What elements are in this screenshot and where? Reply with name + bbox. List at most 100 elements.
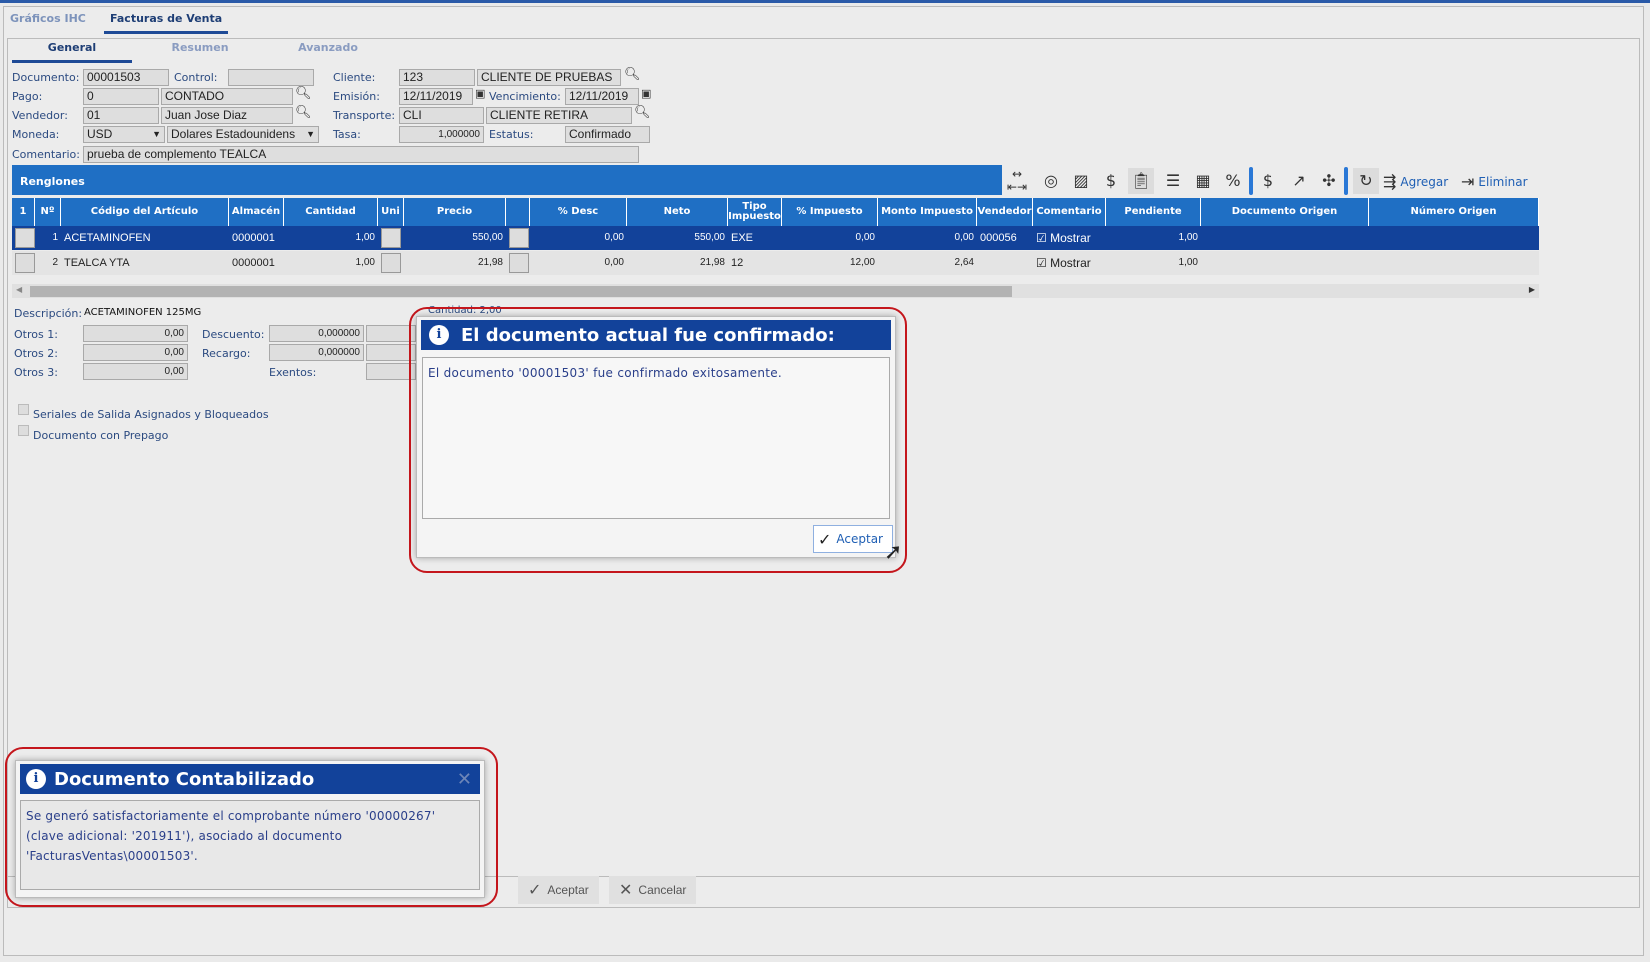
renglones-header: Renglones xyxy=(12,165,1002,195)
row-selector[interactable] xyxy=(12,251,35,275)
descuento-field[interactable]: 0,000000 xyxy=(269,325,364,342)
seriales-checkbox[interactable] xyxy=(18,404,29,415)
cell-button[interactable] xyxy=(15,228,35,248)
close-icon[interactable]: ✕ xyxy=(457,769,472,790)
image-icon[interactable]: ▨ xyxy=(1068,168,1094,194)
user-icon[interactable]: ◎ xyxy=(1038,168,1064,194)
column-header[interactable]: Uni xyxy=(378,198,404,226)
dollar-circle-icon[interactable]: $ xyxy=(1255,168,1281,194)
scroll-left-icon[interactable]: ◀ xyxy=(16,285,22,294)
column-header[interactable]: % Desc xyxy=(530,198,627,226)
row-selector[interactable] xyxy=(506,226,530,250)
row-selector[interactable] xyxy=(506,251,530,275)
percent-icon[interactable]: % xyxy=(1220,168,1246,194)
column-header[interactable]: Tipo Impuesto xyxy=(728,198,782,226)
documento-field[interactable]: 00001503 xyxy=(83,69,169,86)
dollar-icon[interactable]: $ xyxy=(1098,168,1124,194)
agregar-label: Agregar xyxy=(1400,174,1449,189)
prepago-checkbox[interactable] xyxy=(18,425,29,436)
otros3-field[interactable]: 0,00 xyxy=(83,363,188,380)
row-selector[interactable] xyxy=(378,226,404,250)
row-selector[interactable] xyxy=(12,226,35,250)
search-icon[interactable]: 🔍︎ xyxy=(634,105,651,120)
eliminar-button[interactable]: ⇥ Eliminar xyxy=(1461,172,1528,191)
cantidad-cell: 1,00 xyxy=(355,257,375,268)
footer-cancelar-button[interactable]: ✕ Cancelar xyxy=(609,876,697,904)
calendar-icon[interactable]: ▣ xyxy=(475,87,485,100)
cell-button[interactable] xyxy=(15,253,35,273)
table-row[interactable]: 2 TEALCA YTA 0000001 1,00 21,98 0,00 21,98 12 12… xyxy=(12,251,1539,275)
control-field[interactable] xyxy=(228,69,314,86)
column-header[interactable]: Cantidad xyxy=(284,198,378,226)
recargo-field[interactable]: 0,000000 xyxy=(269,344,364,361)
search-icon[interactable]: 🔍︎ xyxy=(624,67,641,82)
pago-code-field[interactable]: 0 xyxy=(83,88,159,105)
confirm-dialog: i El documento actual fue confirmado: El … xyxy=(416,316,896,558)
cell-button[interactable] xyxy=(509,253,529,273)
column-header[interactable]: Código del Artículo xyxy=(61,198,229,226)
agregar-button[interactable]: ⇶ Agregar xyxy=(1383,172,1448,191)
column-header[interactable]: Pendiente xyxy=(1106,198,1201,226)
cantidad-cell: 1,00 xyxy=(355,232,375,243)
column-header[interactable]: Precio xyxy=(404,198,506,226)
column-header[interactable]: Monto Impuesto xyxy=(878,198,977,226)
comentario-cell[interactable]: ☑ Mostrar xyxy=(1033,251,1106,275)
mostrar-link[interactable]: Mostrar xyxy=(1050,231,1091,245)
subtab-resumen[interactable]: Resumen xyxy=(140,40,260,60)
subtab-general[interactable]: General xyxy=(12,40,132,63)
column-header[interactable]: Almacén xyxy=(229,198,284,226)
estatus-field: Confirmado xyxy=(565,126,650,143)
comentario-cell[interactable]: ☑ Mostrar xyxy=(1033,226,1106,250)
tasa-field[interactable]: 1,000000 xyxy=(399,126,484,143)
notification-title: Documento Contabilizado xyxy=(54,768,315,790)
cliente-name-field[interactable]: CLIENTE DE PRUEBAS xyxy=(477,69,621,86)
moneda-code-select[interactable]: USD ▼ xyxy=(83,126,165,143)
scroll-right-icon[interactable]: ▶ xyxy=(1529,285,1535,294)
search-icon[interactable]: 🔍︎ xyxy=(295,105,312,120)
cliente-code-field[interactable]: 123 xyxy=(399,69,475,86)
transporte-code-field[interactable]: CLI xyxy=(399,107,484,124)
column-header[interactable]: Neto xyxy=(627,198,728,226)
cell-button[interactable] xyxy=(381,253,401,273)
row-selector[interactable] xyxy=(378,251,404,275)
footer-cancelar-label: Cancelar xyxy=(638,883,687,897)
column-header[interactable] xyxy=(506,198,530,226)
vencimiento-field[interactable]: 12/11/2019 xyxy=(565,88,639,105)
vendedor-name-field[interactable]: Juan Jose Diaz xyxy=(161,107,293,124)
column-header[interactable]: Documento Origen xyxy=(1201,198,1369,226)
otros2-field[interactable]: 0,00 xyxy=(83,344,188,361)
transporte-name-field[interactable]: CLIENTE RETIRA xyxy=(486,107,632,124)
otros1-field[interactable]: 0,00 xyxy=(83,325,188,342)
comentario-field[interactable]: prueba de complemento TEALCA xyxy=(83,146,639,163)
pago-name-field[interactable]: CONTADO xyxy=(161,88,293,105)
column-header[interactable]: 1 xyxy=(12,198,35,226)
puzzle-icon[interactable]: ✣ xyxy=(1316,168,1342,194)
list-icon[interactable]: ☰ xyxy=(1160,168,1186,194)
moneda-name-select[interactable]: Dolares Estadounidens ▼ xyxy=(167,126,319,143)
scrollbar-thumb[interactable] xyxy=(30,286,1012,297)
column-header[interactable]: Vendedor xyxy=(977,198,1033,226)
column-header[interactable]: Número Origen xyxy=(1369,198,1539,226)
mostrar-link[interactable]: Mostrar xyxy=(1050,256,1091,270)
table-row[interactable]: 1 ACETAMINOFEN 0000001 1,00 550,00 0,00 550,00… xyxy=(12,226,1539,250)
cell-button[interactable] xyxy=(509,228,529,248)
footer-aceptar-button[interactable]: ✓ Aceptar xyxy=(518,876,599,904)
refresh-icon[interactable]: ↻ xyxy=(1353,168,1379,194)
emision-field[interactable]: 12/11/2019 xyxy=(399,88,473,105)
column-header[interactable]: Nº xyxy=(35,198,61,226)
column-header[interactable]: % Impuesto xyxy=(782,198,878,226)
column-header[interactable]: Comentario xyxy=(1033,198,1106,226)
tab-graficos-ihc[interactable]: Gráficos IHC xyxy=(4,10,92,31)
external-link-icon[interactable]: ↗ xyxy=(1286,168,1312,194)
dialog-aceptar-button[interactable]: ✓ Aceptar xyxy=(813,525,893,553)
calendar-icon[interactable]: ▣ xyxy=(641,87,651,100)
clipboard-check-icon[interactable]: 📋︎ xyxy=(1128,168,1154,194)
subtab-avanzado[interactable]: Avanzado xyxy=(268,40,388,60)
cell-button[interactable] xyxy=(381,228,401,248)
expand-collapse-icon[interactable]: ↔ ⇤⇥ xyxy=(1004,168,1030,194)
boxes-icon[interactable]: ▦ xyxy=(1190,168,1216,194)
otros3-label: Otros 3: xyxy=(14,366,58,379)
tab-facturas-de-venta[interactable]: Facturas de Venta xyxy=(104,10,229,34)
search-icon[interactable]: 🔍︎ xyxy=(295,86,312,101)
vendedor-code-field[interactable]: 01 xyxy=(83,107,159,124)
